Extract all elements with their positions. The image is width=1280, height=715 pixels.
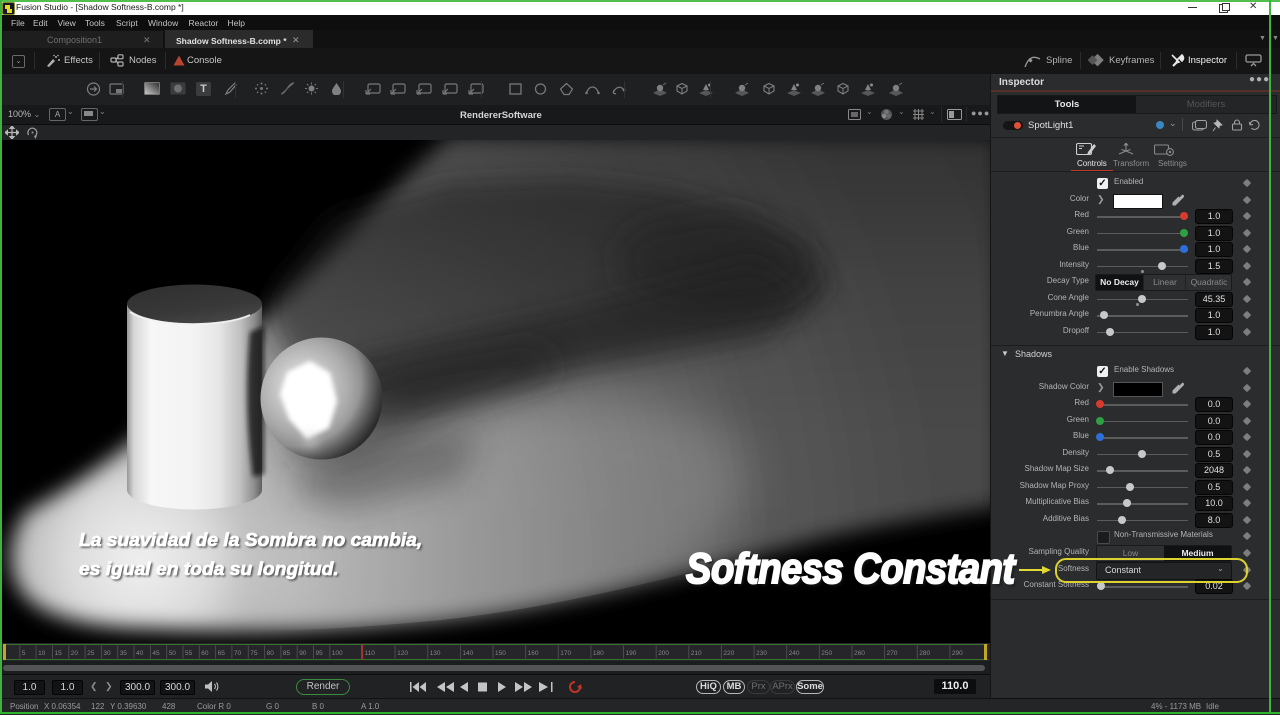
svg-text:60: 60 <box>201 650 209 657</box>
svg-text:20: 20 <box>71 650 79 657</box>
svg-text:140: 140 <box>462 650 473 657</box>
svg-text:230: 230 <box>756 650 767 657</box>
svg-text:120: 120 <box>397 650 408 657</box>
svg-text:150: 150 <box>495 650 506 657</box>
svg-text:15: 15 <box>55 650 63 657</box>
svg-text:45: 45 <box>152 650 160 657</box>
svg-text:160: 160 <box>528 650 539 657</box>
svg-text:220: 220 <box>723 650 734 657</box>
svg-text:85: 85 <box>283 650 291 657</box>
svg-text:95: 95 <box>316 650 324 657</box>
svg-text:200: 200 <box>658 650 669 657</box>
svg-text:100: 100 <box>332 650 343 657</box>
svg-text:55: 55 <box>185 650 193 657</box>
svg-text:40: 40 <box>136 650 144 657</box>
svg-text:170: 170 <box>560 650 571 657</box>
svg-text:250: 250 <box>821 650 832 657</box>
svg-text:35: 35 <box>120 650 128 657</box>
svg-text:110: 110 <box>365 650 376 657</box>
svg-text:210: 210 <box>691 650 702 657</box>
svg-text:280: 280 <box>919 650 930 657</box>
svg-text:70: 70 <box>234 650 242 657</box>
svg-text:180: 180 <box>593 650 604 657</box>
svg-text:90: 90 <box>299 650 307 657</box>
svg-text:260: 260 <box>854 650 865 657</box>
svg-text:190: 190 <box>626 650 637 657</box>
svg-text:25: 25 <box>87 650 95 657</box>
svg-text:290: 290 <box>952 650 963 657</box>
svg-text:130: 130 <box>430 650 441 657</box>
svg-text:75: 75 <box>250 650 258 657</box>
svg-text:65: 65 <box>218 650 226 657</box>
svg-text:5: 5 <box>22 650 26 657</box>
svg-text:80: 80 <box>267 650 275 657</box>
svg-text:50: 50 <box>169 650 177 657</box>
svg-text:10: 10 <box>38 650 46 657</box>
svg-text:30: 30 <box>103 650 111 657</box>
svg-text:240: 240 <box>789 650 800 657</box>
svg-text:270: 270 <box>887 650 898 657</box>
